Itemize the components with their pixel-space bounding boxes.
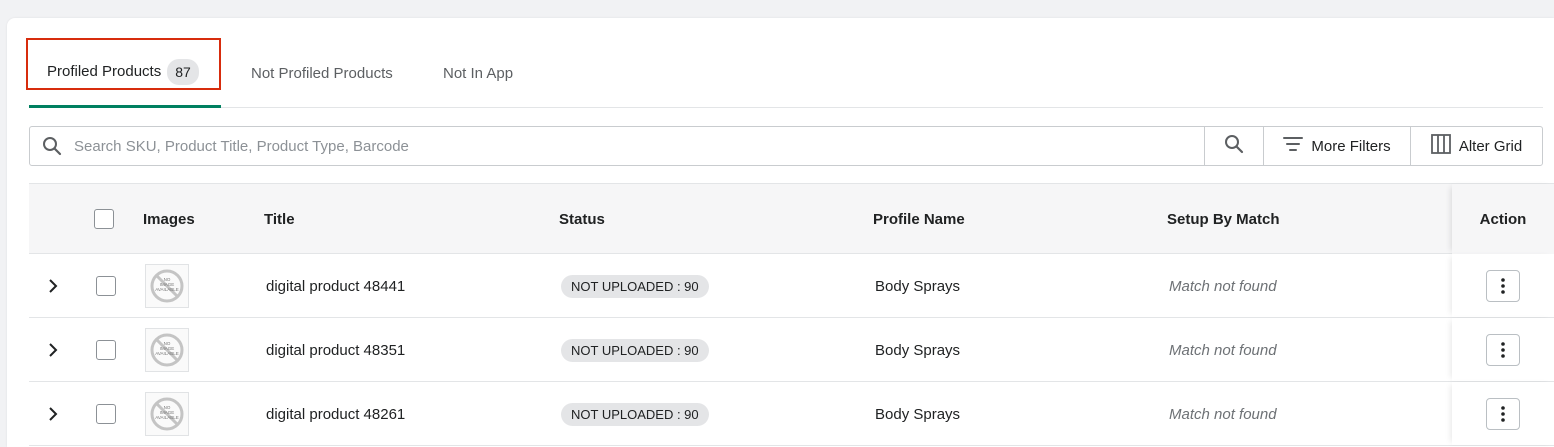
action-cell: [1452, 254, 1554, 317]
no-image-line: AVAILABLE: [155, 351, 179, 356]
action-cell: [1452, 382, 1554, 445]
columns-icon: [1430, 134, 1451, 158]
select-all-checkbox-cell: [94, 184, 114, 254]
products-table: Images Title Status Profile Name Setup B…: [29, 183, 1554, 446]
more-actions-button[interactable]: [1486, 333, 1520, 366]
column-header-setup-by-match[interactable]: Setup By Match: [1167, 184, 1280, 254]
table-row: NO IMAGE AVAILABLE digital product 48351 N…: [29, 318, 1554, 382]
search-field: [29, 126, 1205, 166]
profile-name: Body Sprays: [875, 405, 961, 423]
table-row: NO IMAGE AVAILABLE digital product 48441 N…: [29, 254, 1554, 318]
column-header-action: Action: [1452, 184, 1554, 254]
row-checkbox-cell: [96, 318, 116, 382]
no-image-available-icon: NO IMAGE AVAILABLE: [145, 392, 189, 436]
row-checkbox[interactable]: [96, 340, 116, 360]
alter-grid-button[interactable]: Alter Grid: [1410, 126, 1543, 166]
profile-name: Body Sprays: [875, 277, 961, 295]
column-header-title[interactable]: Title: [264, 184, 295, 254]
row-checkbox[interactable]: [96, 276, 116, 296]
column-header-status[interactable]: Status: [559, 184, 605, 254]
product-tabs: Profiled Products 87 Not Profiled Produc…: [26, 38, 1543, 108]
search-input[interactable]: [74, 137, 1174, 155]
products-card: Profiled Products 87 Not Profiled Produc…: [7, 18, 1554, 447]
tab-label: Profiled Products: [47, 63, 162, 80]
more-actions-button[interactable]: [1486, 269, 1520, 302]
tab-label: Not Profiled Products: [251, 64, 393, 82]
product-image-cell: NO IMAGE AVAILABLE: [145, 382, 191, 446]
more-filters-button[interactable]: More Filters: [1263, 126, 1411, 166]
table-header: Images Title Status Profile Name Setup B…: [29, 183, 1554, 254]
status-badge: NOT UPLOADED : 90: [561, 402, 709, 426]
column-header-images: Images: [143, 210, 195, 228]
expand-row-chevron-icon[interactable]: [45, 382, 61, 446]
no-image-available-icon: NO IMAGE AVAILABLE: [145, 328, 189, 372]
status-badge: NOT UPLOADED : 90: [561, 274, 709, 298]
status-cell: NOT UPLOADED : 90: [561, 382, 709, 446]
no-image-available-icon: NO IMAGE AVAILABLE: [145, 264, 189, 308]
product-title[interactable]: digital product 48441: [266, 254, 405, 318]
select-all-checkbox[interactable]: [94, 209, 114, 229]
tab-not-in-app[interactable]: Not In App: [443, 38, 513, 108]
no-image-line: AVAILABLE: [155, 287, 179, 292]
row-checkbox-cell: [96, 254, 116, 318]
tab-label: Not In App: [443, 64, 514, 82]
status-cell: NOT UPLOADED : 90: [561, 254, 709, 318]
tab-not-profiled-products[interactable]: Not Profiled Products: [251, 38, 393, 108]
expand-row-chevron-icon[interactable]: [45, 254, 61, 318]
kebab-icon: [1501, 405, 1505, 422]
kebab-icon: [1501, 341, 1505, 358]
setup-by-match: Match not found: [1169, 277, 1277, 295]
setup-by-match: Match not found: [1169, 405, 1277, 423]
column-header-profile-name[interactable]: Profile Name: [873, 184, 965, 254]
table-row: NO IMAGE AVAILABLE digital product 48261 N…: [29, 382, 1554, 446]
row-checkbox-cell: [96, 382, 116, 446]
profile-name: Body Sprays: [875, 341, 961, 359]
action-cell: [1452, 318, 1554, 381]
tab-profiled-products[interactable]: Profiled Products 87: [26, 38, 221, 108]
search-icon: [30, 136, 74, 156]
filter-icon: [1283, 136, 1304, 156]
product-image-cell: NO IMAGE AVAILABLE: [145, 254, 191, 318]
alter-grid-label: Alter Grid: [1458, 137, 1523, 155]
status-badge: NOT UPLOADED : 90: [561, 338, 709, 362]
search-button[interactable]: [1204, 126, 1264, 166]
product-title[interactable]: digital product 48351: [266, 318, 405, 382]
more-actions-button[interactable]: [1486, 397, 1520, 430]
no-image-line: AVAILABLE: [155, 415, 179, 420]
product-image-cell: NO IMAGE AVAILABLE: [145, 318, 191, 382]
search-icon: [1224, 134, 1244, 158]
setup-by-match: Match not found: [1169, 341, 1277, 359]
status-cell: NOT UPLOADED : 90: [561, 318, 709, 382]
kebab-icon: [1501, 277, 1505, 294]
row-checkbox[interactable]: [96, 404, 116, 424]
expand-row-chevron-icon[interactable]: [45, 318, 61, 382]
more-filters-label: More Filters: [1311, 137, 1391, 155]
count-badge: 87: [167, 58, 199, 85]
product-title[interactable]: digital product 48261: [266, 382, 405, 446]
